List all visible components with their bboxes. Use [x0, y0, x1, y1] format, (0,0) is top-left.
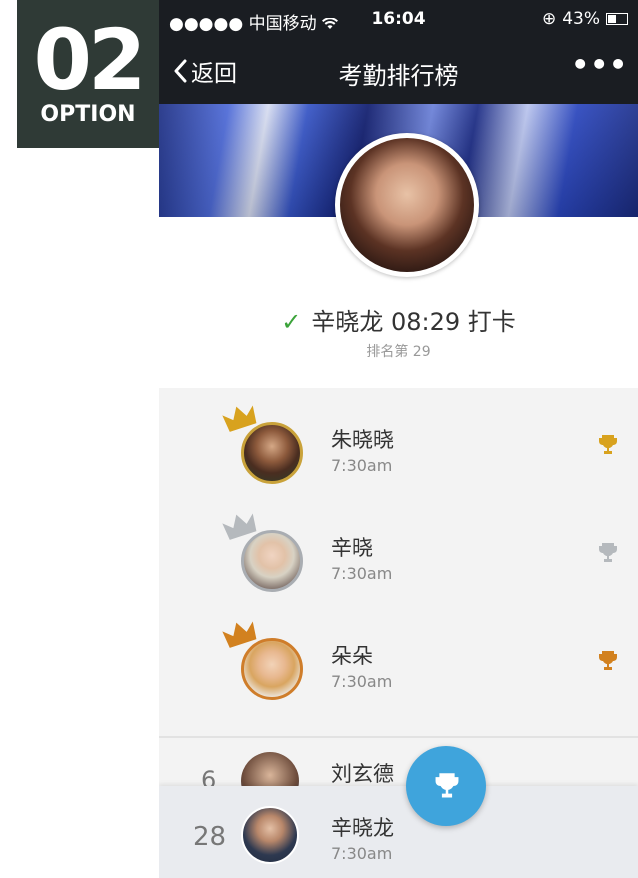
- rank-number: 28: [193, 822, 227, 852]
- list-item[interactable]: 朱晓晓 7:30am: [159, 388, 638, 496]
- option-label: OPTION: [40, 102, 136, 127]
- trophy-bronze-icon[interactable]: [598, 650, 618, 672]
- rank-number: 6: [201, 766, 217, 788]
- my-rank-row[interactable]: 28 辛晓龙 7:30am: [159, 786, 638, 878]
- checkin-time: 7:30am: [331, 672, 393, 691]
- checkin-time: 7:30am: [331, 456, 393, 475]
- trophy-gold-icon[interactable]: [598, 434, 618, 456]
- page-title: 考勤排行榜: [338, 62, 459, 90]
- avatar[interactable]: [241, 422, 303, 484]
- top-bar: ●●●●● 中国移动 16:04 ⊕ 43% 返回 考勤排行榜 •••: [159, 0, 638, 104]
- trophy-fab-button[interactable]: [406, 746, 486, 826]
- trophy-silver-icon[interactable]: [598, 542, 618, 564]
- checkin-text: 辛晓龙 08:29 打卡: [311, 308, 516, 336]
- checkin-time: 7:30am: [331, 844, 393, 863]
- battery-icon: [606, 13, 628, 25]
- avatar[interactable]: [241, 752, 299, 788]
- user-name: 朵朵: [331, 644, 373, 668]
- avatar[interactable]: [241, 638, 303, 700]
- trophy-icon: [435, 773, 459, 798]
- ranking-list: 朱晓晓 7:30am 辛晓 7:30am 朵朵 7:30am: [159, 388, 638, 788]
- rank-text: 排名第 29: [366, 344, 431, 360]
- list-item[interactable]: 6 刘玄德: [159, 738, 638, 788]
- user-name: 朱晓晓: [331, 428, 394, 452]
- profile-avatar[interactable]: [335, 133, 479, 277]
- checkin-status: ✓ 辛晓龙 08:29 打卡: [159, 302, 638, 337]
- rotation-lock-icon: ⊕: [541, 9, 557, 29]
- phone-screen: ●●●●● 中国移动 16:04 ⊕ 43% 返回 考勤排行榜 ••• ✓ 辛晓龙…: [159, 0, 638, 878]
- user-name: 刘玄德: [331, 762, 394, 786]
- list-item[interactable]: 辛晓 7:30am: [159, 496, 638, 604]
- list-item[interactable]: 朵朵 7:30am: [159, 604, 638, 712]
- check-icon: ✓: [281, 308, 302, 336]
- option-number: 02: [33, 11, 147, 109]
- option-badge: 02 OPTION: [17, 0, 159, 148]
- more-button[interactable]: •••: [571, 48, 628, 81]
- battery-percent: 43%: [562, 9, 600, 29]
- nav-bar: 返回 考勤排行榜 •••: [159, 44, 638, 98]
- avatar[interactable]: [241, 530, 303, 592]
- avatar[interactable]: [241, 806, 299, 864]
- checkin-time: 7:30am: [331, 564, 393, 583]
- user-name: 辛晓: [331, 536, 373, 560]
- user-name: 辛晓龙: [331, 816, 394, 840]
- status-bar: ●●●●● 中国移动 16:04 ⊕ 43%: [159, 0, 638, 40]
- battery-indicator: ⊕ 43%: [542, 9, 628, 29]
